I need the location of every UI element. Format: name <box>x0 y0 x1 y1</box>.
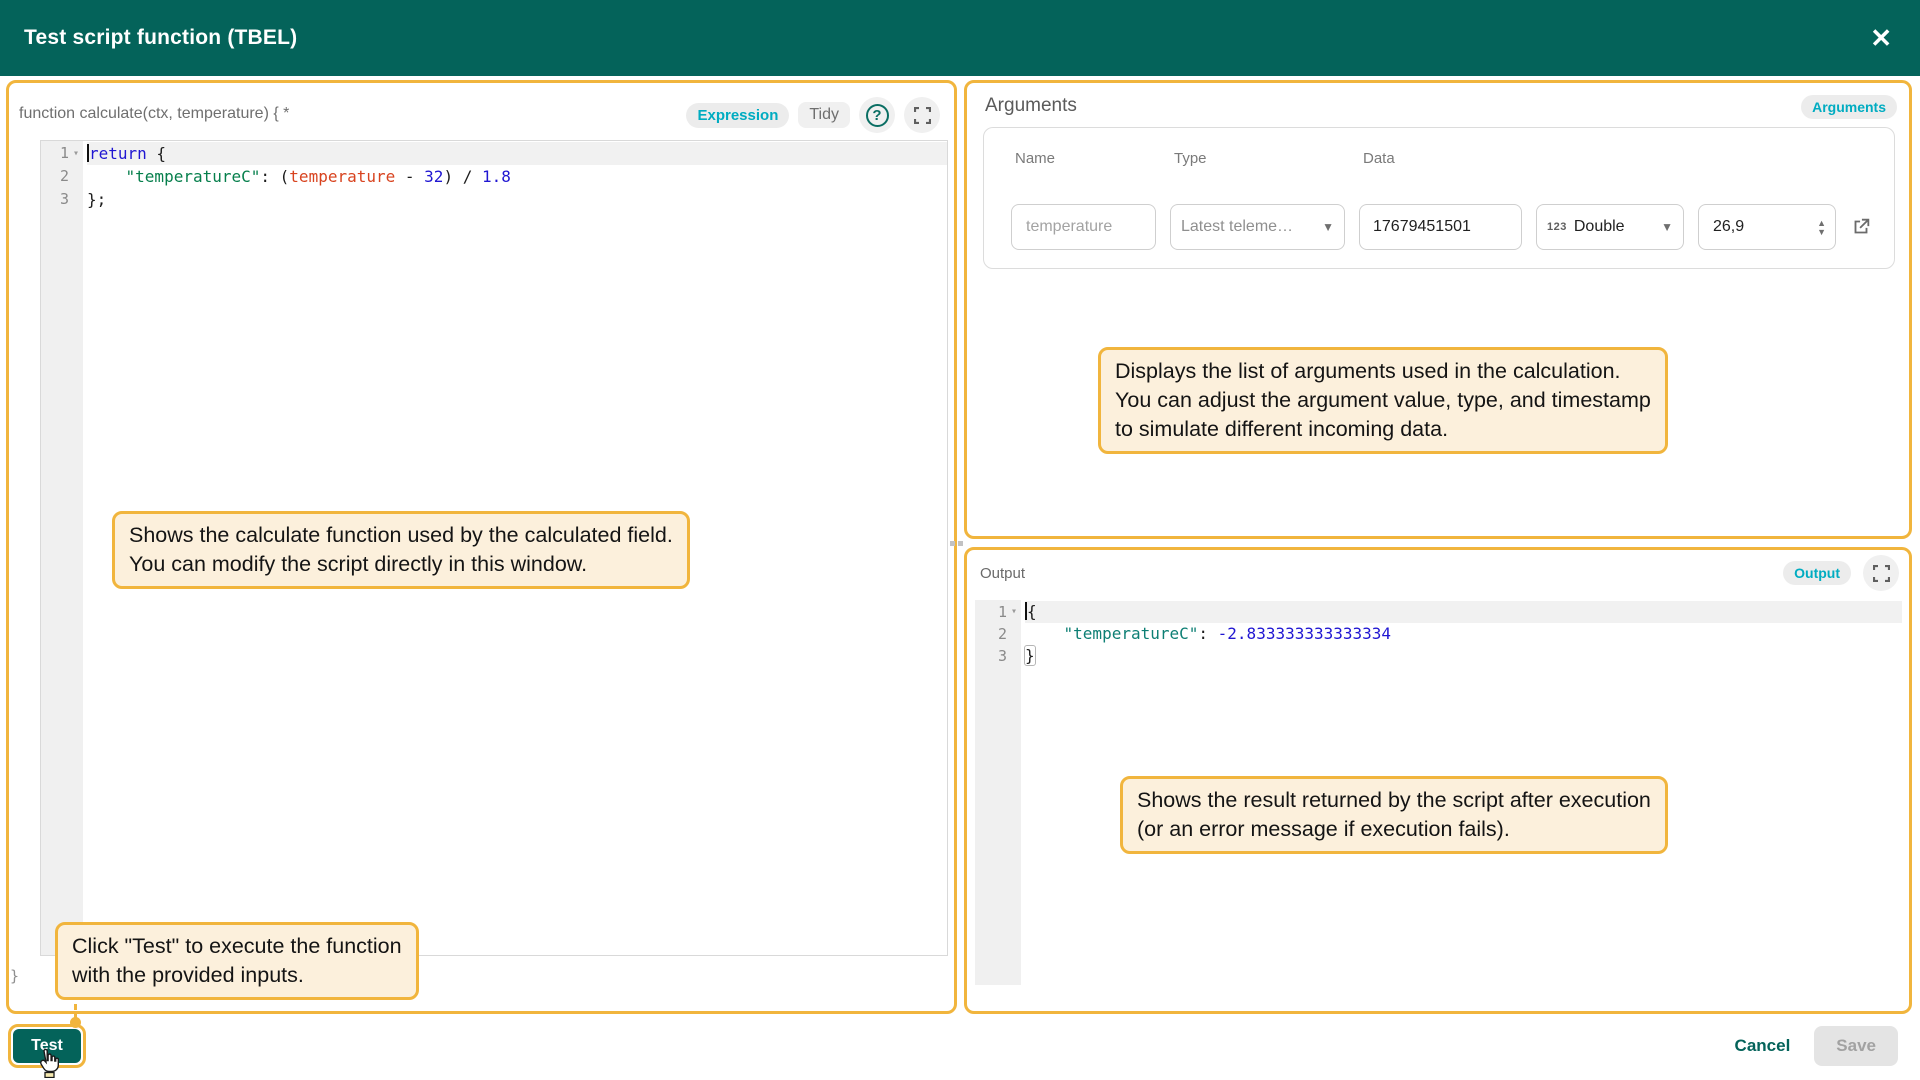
argument-name-field: temperature <box>1011 204 1156 250</box>
stepper-up-icon[interactable]: ▲ <box>1817 219 1826 227</box>
callout-line: Click "Test" to execute the function <box>72 932 402 961</box>
value-stepper[interactable]: ▲ ▼ <box>1817 219 1826 236</box>
save-button: Save <box>1814 1026 1898 1066</box>
arguments-table: Name Type Data temperature Latest teleme… <box>983 127 1895 269</box>
argument-type-value: Latest teleme… <box>1181 218 1293 236</box>
line-number: 3 <box>975 645 1021 667</box>
chevron-down-icon: ▼ <box>1322 220 1334 234</box>
arguments-badge: Arguments <box>1801 95 1897 119</box>
timestamp-field[interactable]: 17679451501 <box>1359 204 1522 250</box>
value-type-label: Double <box>1574 218 1654 236</box>
closing-brace: } <box>10 967 19 985</box>
fullscreen-icon <box>914 107 931 124</box>
line-number-gutter: 1▾23 <box>41 141 83 955</box>
output-title: Output <box>980 565 1025 582</box>
panel-splitter-handle[interactable] <box>950 541 963 546</box>
dialog-footer: Cancel Save <box>1735 1026 1898 1066</box>
open-in-new-icon <box>1850 216 1872 238</box>
test-script-dialog: Test script function (TBEL) ✕ function c… <box>0 0 1920 1080</box>
callout-connector-dot <box>70 1017 81 1028</box>
arguments-callout: Displays the list of arguments used in t… <box>1098 347 1668 454</box>
arguments-panel: Arguments Arguments Name Type Data tempe… <box>964 80 1912 539</box>
help-icon: ? <box>866 104 889 127</box>
arguments-title: Arguments <box>985 95 1077 117</box>
table-header-row: Name Type Data <box>1011 150 1522 167</box>
callout-line: (or an error message if execution fails)… <box>1137 815 1651 844</box>
numeric-type-icon: 123 <box>1547 221 1567 233</box>
test-callout: Click "Test" to execute the functionwith… <box>55 922 419 1000</box>
argument-type-select[interactable]: Latest teleme… ▼ <box>1170 204 1345 250</box>
editor-controls: Expression Tidy ? <box>686 97 940 133</box>
code-line: "temperatureC": (temperature - 32) / 1.8 <box>87 165 947 188</box>
line-number: 3 <box>41 188 83 211</box>
cancel-button[interactable]: Cancel <box>1735 1036 1791 1056</box>
output-fullscreen-button[interactable] <box>1863 555 1899 591</box>
callout-line: You can modify the script directly in th… <box>129 550 673 579</box>
expression-badge: Expression <box>686 103 789 128</box>
code-line: "temperatureC": -2.833333333333334 <box>1025 623 1902 645</box>
open-details-button[interactable] <box>1850 216 1872 238</box>
code-line: }; <box>87 188 947 211</box>
line-number: 1▾ <box>41 142 83 165</box>
line-number-gutter: 1▾23 <box>975 600 1021 985</box>
callout-line: Displays the list of arguments used in t… <box>1115 357 1651 386</box>
dialog-title: Test script function (TBEL) <box>24 26 297 50</box>
code-line: } <box>1025 645 1902 667</box>
column-header-data: Data <box>1359 150 1522 167</box>
line-number: 2 <box>975 623 1021 645</box>
callout-line: You can adjust the argument value, type,… <box>1115 386 1651 415</box>
callout-line: with the provided inputs. <box>72 961 402 990</box>
code-line: { <box>1025 601 1902 623</box>
output-panel: Output Output 1▾23 { "temperatureC": -2.… <box>964 547 1912 1014</box>
fullscreen-icon <box>1873 565 1890 582</box>
chevron-down-icon: ▼ <box>1661 220 1673 234</box>
output-badge: Output <box>1783 561 1851 585</box>
dialog-header: Test script function (TBEL) ✕ <box>0 0 1920 76</box>
close-icon[interactable]: ✕ <box>1870 25 1892 51</box>
callout-line: Shows the result returned by the script … <box>1137 786 1651 815</box>
line-number: 1▾ <box>975 601 1021 623</box>
function-signature: function calculate(ctx, temperature) { * <box>19 105 289 123</box>
script-callout: Shows the calculate function used by the… <box>112 511 690 589</box>
value-input[interactable]: 26,9 ▲ ▼ <box>1698 204 1836 250</box>
script-panel: function calculate(ctx, temperature) { *… <box>6 80 957 1014</box>
help-button[interactable]: ? <box>859 97 895 133</box>
mouse-cursor-icon <box>36 1048 62 1080</box>
value-type-select[interactable]: 123 Double ▼ <box>1536 204 1684 250</box>
fullscreen-button[interactable] <box>904 97 940 133</box>
output-callout: Shows the result returned by the script … <box>1120 776 1668 854</box>
callout-line: to simulate different incoming data. <box>1115 415 1651 444</box>
code-line: return { <box>87 142 947 165</box>
tidy-button[interactable]: Tidy <box>798 102 850 128</box>
line-number: 2 <box>41 165 83 188</box>
column-header-type: Type <box>1170 150 1345 167</box>
argument-row: temperature Latest teleme… ▼ 17679451501… <box>1011 204 1872 250</box>
callout-line: Shows the calculate function used by the… <box>129 521 673 550</box>
value-text: 26,9 <box>1713 218 1744 236</box>
column-header-name: Name <box>1011 150 1156 167</box>
stepper-down-icon[interactable]: ▼ <box>1817 228 1826 236</box>
